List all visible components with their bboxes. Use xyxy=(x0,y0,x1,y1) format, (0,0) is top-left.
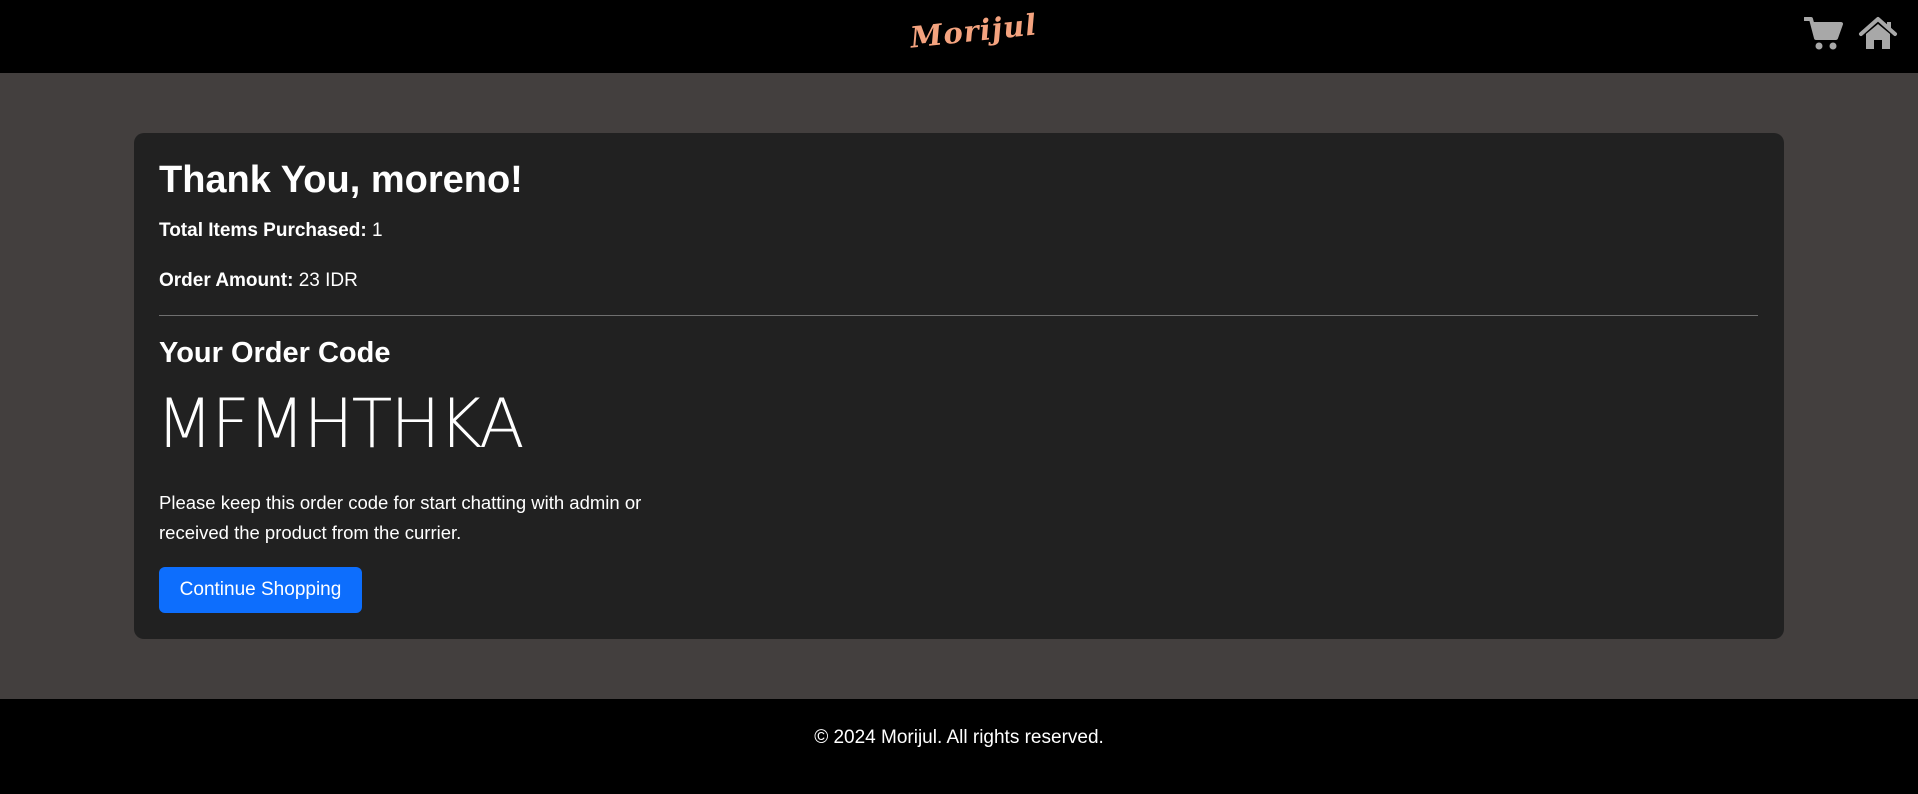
top-navbar: Morijul xyxy=(0,0,1918,73)
footer: © 2024 Morijul. All rights reserved. xyxy=(0,699,1918,794)
home-icon[interactable] xyxy=(1858,16,1898,52)
order-code: MFMHTHKA xyxy=(156,385,525,464)
order-amount-row: Order Amount: 23 IDR xyxy=(159,270,358,292)
main-content: Thank You, moreno! Total Items Purchased… xyxy=(0,73,1918,699)
total-items-label: Total Items Purchased: xyxy=(159,220,367,241)
copyright-text: © 2024 Morijul. All rights reserved. xyxy=(814,727,1104,748)
brand-logo[interactable]: Morijul xyxy=(909,7,1039,54)
order-code-note: Please keep this order code for start ch… xyxy=(159,492,642,543)
order-amount-label: Order Amount: xyxy=(159,270,294,291)
divider xyxy=(159,315,1758,316)
order-confirmation-card: Thank You, moreno! Total Items Purchased… xyxy=(134,133,1784,639)
total-items-row: Total Items Purchased: 1 xyxy=(159,220,383,242)
order-code-heading: Your Order Code xyxy=(159,337,391,369)
cart-icon[interactable] xyxy=(1804,16,1844,52)
total-items-value: 1 xyxy=(371,220,383,241)
order-amount-value: 23 IDR xyxy=(298,270,358,291)
thank-you-title: Thank You, moreno! xyxy=(159,159,523,201)
continue-shopping-button[interactable]: Continue Shopping xyxy=(159,567,362,613)
